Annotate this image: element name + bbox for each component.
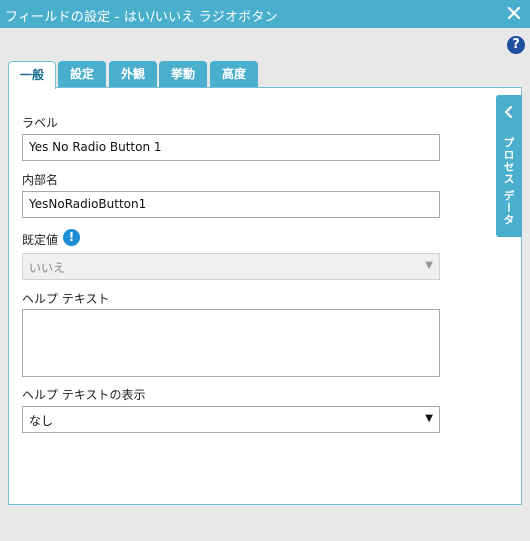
default-value-select: いいえ ▼ (22, 253, 440, 280)
title-bar: フィールドの設定 - はい/いいえ ラジオボタン (0, 0, 530, 28)
tab-appearance[interactable]: 外観 (109, 61, 157, 87)
chevron-left-icon (504, 103, 514, 119)
internal-name-input[interactable]: YesNoRadioButton1 (22, 191, 440, 218)
window-title: フィールドの設定 - はい/いいえ ラジオボタン (5, 10, 278, 25)
help-text-label: ヘルプ テキスト (22, 292, 110, 306)
footer-bar (0, 512, 530, 541)
default-value-label: 既定値 (22, 233, 59, 247)
info-icon[interactable]: ! (63, 229, 80, 246)
process-data-side-tab[interactable]: プロセス データ (496, 95, 522, 237)
dropdown-arrow-icon: ▼ (425, 413, 433, 424)
dropdown-arrow-icon: ▼ (425, 260, 433, 271)
help-text-display-label: ヘルプ テキストの表示 (22, 388, 146, 402)
question-icon[interactable]: ? (507, 36, 525, 54)
tab-behavior[interactable]: 挙動 (159, 61, 207, 87)
label-input[interactable]: Yes No Radio Button 1 (22, 134, 440, 161)
tab-general[interactable]: 一般 (8, 61, 56, 89)
process-data-label: プロセス データ (502, 137, 515, 226)
help-text-textarea[interactable] (22, 309, 440, 377)
help-text-display-select[interactable]: なし ▼ (22, 406, 440, 433)
default-value-selected: いいえ (29, 261, 66, 275)
label-field-label: ラベル (22, 116, 59, 130)
help-text-display-selected: なし (29, 414, 54, 428)
tab-settings[interactable]: 設定 (58, 61, 106, 87)
general-panel: ラベル Yes No Radio Button 1 内部名 YesNoRadio… (8, 87, 522, 505)
internal-name-label: 内部名 (22, 173, 59, 187)
close-icon[interactable] (504, 3, 524, 23)
tab-advanced[interactable]: 高度 (210, 61, 258, 87)
